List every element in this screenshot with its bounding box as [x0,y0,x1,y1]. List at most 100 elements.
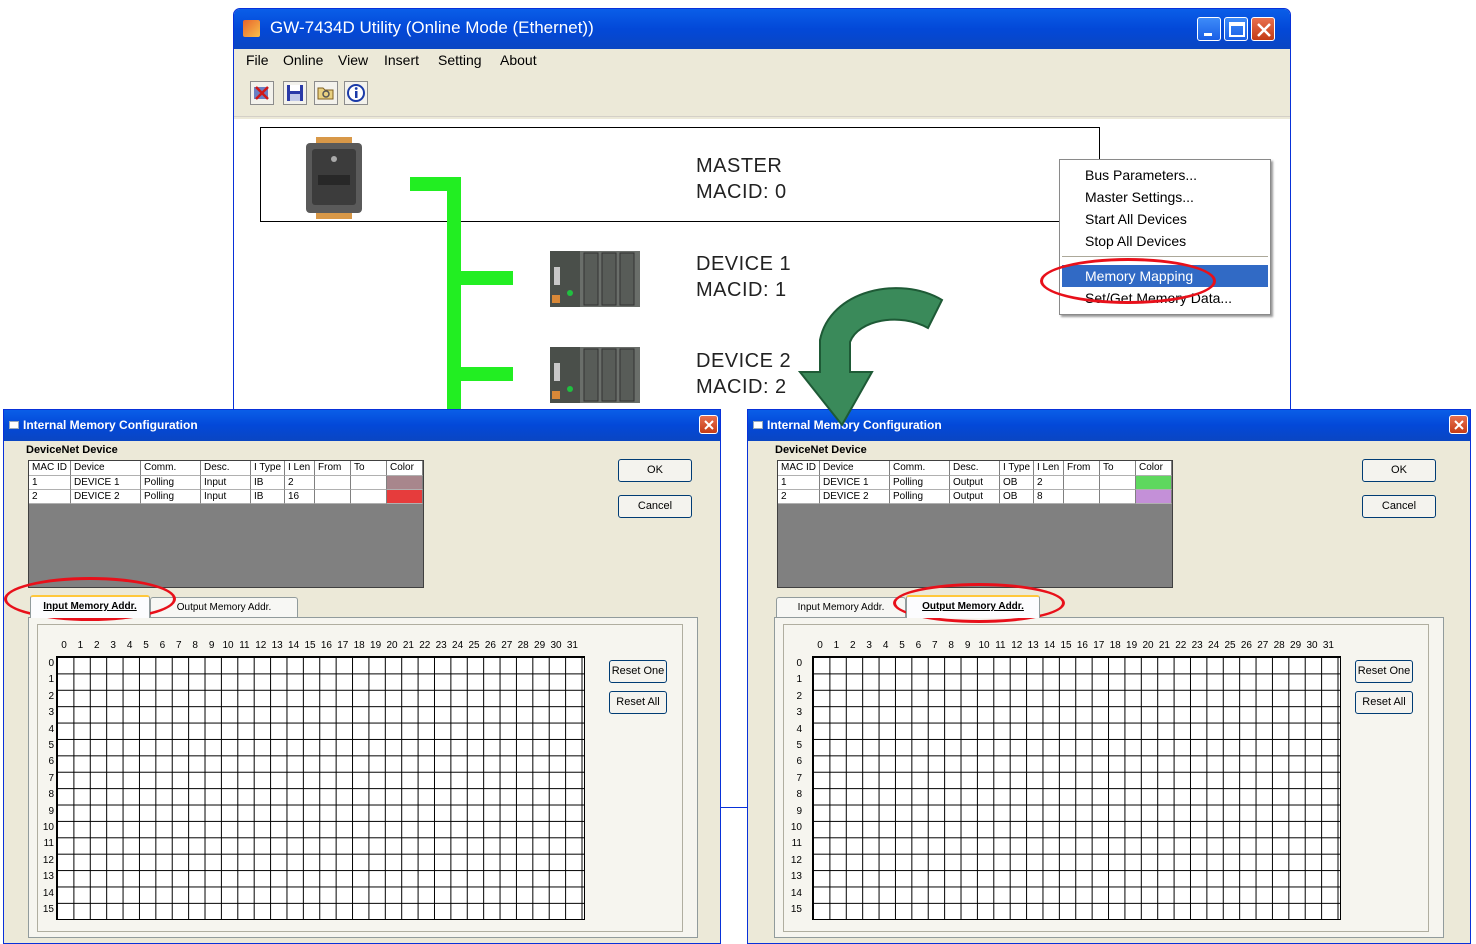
info-button[interactable] [344,81,368,105]
grid-row-label: 0 [48,658,54,669]
menu-file[interactable]: File [246,52,269,68]
grid-column-label: 16 [320,640,332,651]
cell-type: IB [251,490,285,504]
minimize-button[interactable] [1197,17,1221,41]
column-header[interactable]: Device [71,461,141,476]
cell-desc: Input [201,476,251,490]
reset-one-button[interactable]: Reset One [609,660,667,683]
grid-row-label: 15 [42,904,54,915]
bus-line [447,367,513,381]
grid-column-label: 2 [94,640,100,651]
column-header[interactable]: MAC ID [29,461,71,476]
grid-row-label: 14 [42,887,54,899]
grid-column-label: 0 [61,640,67,651]
grid-row-label: 12 [42,854,54,866]
column-header[interactable]: Color [1136,461,1172,476]
device-table[interactable]: MAC ID Device Comm. Desc. I Type I Len F… [777,460,1173,588]
grid-row-label: 6 [48,756,54,768]
grid-column-label: 22 [1175,640,1187,651]
grid-column-label: 12 [1011,640,1023,651]
cell-from [315,490,351,504]
tab-output-memory-addr[interactable]: Output Memory Addr. [906,595,1040,618]
master-node[interactable] [260,127,1100,222]
table-row[interactable]: 2 DEVICE 2 Polling Output OB 8 [778,490,1172,504]
menu-item-bus-parameters[interactable]: Bus Parameters... [1060,164,1270,186]
column-header[interactable]: I Len [1034,461,1064,476]
reset-all-button[interactable]: Reset All [609,691,667,714]
column-header[interactable]: From [1064,461,1100,476]
grid-column-label: 15 [304,640,316,651]
column-header[interactable]: To [351,461,387,476]
window-icon [9,421,19,429]
open-button[interactable] [314,81,338,105]
menu-item-stop-all-devices[interactable]: Stop All Devices [1060,230,1270,252]
column-header[interactable]: I Len [285,461,315,476]
device1-macid: MACID: 1 [696,279,787,301]
maximize-button[interactable] [1224,17,1248,41]
menu-view[interactable]: View [338,52,368,68]
reset-all-button[interactable]: Reset All [1355,691,1413,714]
cancel-button[interactable]: Cancel [1362,495,1436,518]
dialog-close-button[interactable] [699,415,718,434]
grid-column-label: 19 [370,640,382,651]
menu-online[interactable]: Online [283,52,323,68]
disconnect-button[interactable] [250,81,274,105]
column-header[interactable]: From [315,461,351,476]
ok-button[interactable]: OK [618,459,692,482]
column-header[interactable]: Desc. [201,461,251,476]
grid-column-label: 12 [255,640,267,651]
cell-len: 16 [285,490,315,504]
grid-row-label: 5 [796,740,802,751]
grid-column-label: 27 [501,640,513,651]
grid-column-label: 28 [1273,640,1285,651]
column-header[interactable]: Desc. [950,461,1000,476]
device-table[interactable]: MAC ID Device Comm. Desc. I Type I Len F… [28,460,424,588]
cell-type: OB [1000,490,1034,504]
cell-device: DEVICE 1 [820,476,890,490]
io-device-image[interactable] [548,247,644,311]
tab-input-memory-addr[interactable]: Input Memory Addr. [30,595,150,618]
memory-grid[interactable] [56,656,585,920]
menu-setting[interactable]: Setting [438,52,482,68]
table-row[interactable]: 1 DEVICE 1 Polling Output OB 2 [778,476,1172,490]
close-button[interactable] [1251,17,1275,41]
table-row[interactable]: 1 DEVICE 1 Polling Input IB 2 [29,476,423,490]
menu-about[interactable]: About [500,52,537,68]
dialog-title-bar[interactable]: Internal Memory Configuration [4,410,720,441]
column-header[interactable]: Device [820,461,890,476]
grid-column-label: 0 [817,640,823,651]
column-header[interactable]: MAC ID [778,461,820,476]
menu-item-start-all-devices[interactable]: Start All Devices [1060,208,1270,230]
cell-type: IB [251,476,285,490]
memory-grid[interactable] [812,656,1341,920]
cell-from [315,476,351,490]
menu-item-master-settings[interactable]: Master Settings... [1060,186,1270,208]
column-header[interactable]: Comm. [890,461,950,476]
column-header[interactable]: To [1100,461,1136,476]
cell-len: 8 [1034,490,1064,504]
title-bar[interactable]: GW-7434D Utility (Online Mode (Ethernet)… [234,9,1290,49]
cell-device: DEVICE 1 [71,476,141,490]
grid-row-label: 7 [796,772,802,784]
ok-button[interactable]: OK [1362,459,1436,482]
grid-column-label: 25 [1224,640,1236,651]
table-row[interactable]: 2 DEVICE 2 Polling Input IB 16 [29,490,423,504]
io-device-image[interactable] [548,343,644,407]
device2-macid: MACID: 2 [696,376,787,398]
column-header[interactable]: I Type [1000,461,1034,476]
cancel-button[interactable]: Cancel [618,495,692,518]
reset-one-button[interactable]: Reset One [1355,660,1413,683]
tab-input-memory-addr[interactable]: Input Memory Addr. [776,597,906,617]
open-icon [317,87,334,100]
grid-column-label: 8 [948,640,954,651]
column-header[interactable]: Comm. [141,461,201,476]
grid-column-label: 10 [978,640,990,651]
dialog-close-button[interactable] [1449,415,1468,434]
save-button[interactable] [283,81,307,105]
grid-column-label: 18 [1109,640,1121,651]
cell-len: 2 [1034,476,1064,490]
column-header[interactable]: Color [387,461,423,476]
column-header[interactable]: I Type [251,461,285,476]
menu-insert[interactable]: Insert [384,52,419,68]
grid-row-label: 8 [48,789,54,801]
